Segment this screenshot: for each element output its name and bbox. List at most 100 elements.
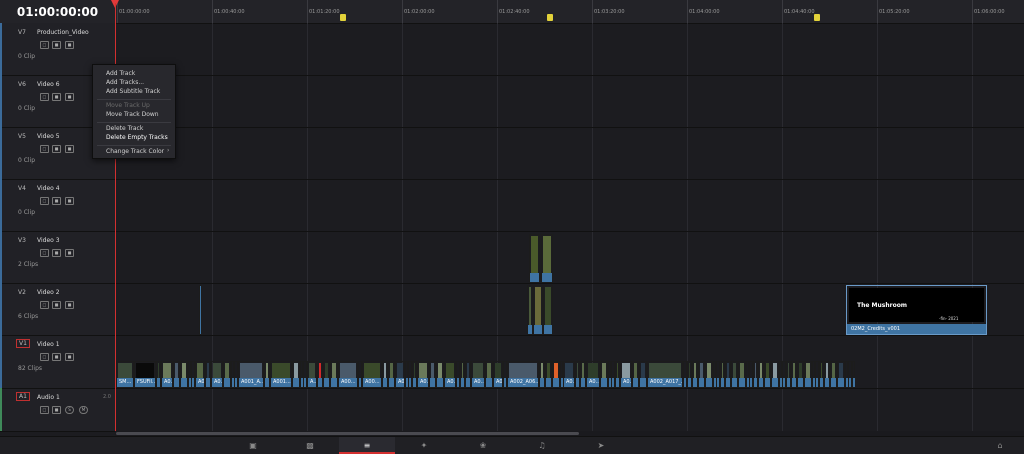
clip-v1[interactable] <box>830 361 837 388</box>
solo-button[interactable]: S <box>65 406 74 414</box>
track-header-v3[interactable]: V3 Video 3 □ ■ ■ 2 Clips <box>0 231 115 284</box>
timeline-marker[interactable] <box>547 14 553 21</box>
menu-move-track-down[interactable]: Move Track Down <box>106 111 159 118</box>
lane-v4[interactable] <box>115 179 1024 232</box>
lock-icon[interactable]: □ <box>40 249 49 257</box>
clip-v1[interactable]: A0... <box>417 361 429 388</box>
auto-select-icon[interactable]: ■ <box>52 197 61 205</box>
clip-v1[interactable] <box>797 361 804 388</box>
clip-v1[interactable] <box>771 361 779 388</box>
clip-v1[interactable]: A002_A017_... <box>647 361 683 388</box>
track-name[interactable]: Video 4 <box>37 185 60 192</box>
lane-v7[interactable] <box>115 23 1024 76</box>
clip-v1[interactable]: A0... <box>620 361 632 388</box>
project-manager-button[interactable]: ⌂ <box>980 437 1020 454</box>
timecode-display[interactable]: 01:00:00:00 <box>0 0 115 23</box>
lock-icon[interactable]: □ <box>40 301 49 309</box>
lane-v3[interactable] <box>115 231 1024 284</box>
clip-v1[interactable] <box>330 361 338 388</box>
fusion-page-button[interactable]: ✦ <box>396 437 452 454</box>
clip-v1[interactable]: A0... <box>586 361 600 388</box>
auto-select-icon[interactable]: ■ <box>52 353 61 361</box>
lane-v6[interactable] <box>115 75 1024 128</box>
track-name[interactable]: Video 1 <box>37 341 60 348</box>
track-name[interactable]: Production_Video <box>37 29 89 36</box>
clip-v1[interactable] <box>764 361 771 388</box>
timeline-area[interactable]: The Mushroom -fin- 2021 02M2_Credits_v00… <box>115 23 1024 432</box>
timeline-ruler[interactable]: 01:00:00:00 01:00:40:00 01:01:20:00 01:02:0… <box>115 0 1024 23</box>
clip-v1[interactable] <box>388 361 395 388</box>
clip-v1[interactable] <box>173 361 180 388</box>
clip-v2[interactable] <box>543 285 553 335</box>
clip-v1[interactable]: SM... <box>116 361 134 388</box>
timeline-marker[interactable] <box>814 14 820 21</box>
track-name[interactable]: Video 3 <box>37 237 60 244</box>
auto-select-icon[interactable]: ■ <box>52 41 61 49</box>
clip-v1[interactable] <box>552 361 560 388</box>
fairlight-page-button[interactable]: ♫ <box>514 437 570 454</box>
clip-v1[interactable]: A0... <box>563 361 575 388</box>
clip-v1[interactable] <box>485 361 493 388</box>
clip-v1[interactable] <box>731 361 738 388</box>
clip-v1[interactable]: A0... <box>395 361 405 388</box>
clip-v1[interactable] <box>705 361 713 388</box>
scrollbar-thumb[interactable] <box>116 432 579 435</box>
enable-track-icon[interactable]: ■ <box>65 249 74 257</box>
clip-v1[interactable]: A0... <box>444 361 456 388</box>
clip-v1[interactable] <box>600 361 608 388</box>
enable-track-icon[interactable]: ■ <box>65 93 74 101</box>
clip-v1[interactable] <box>545 361 552 388</box>
enable-track-icon[interactable]: ■ <box>65 41 74 49</box>
clip-v1[interactable] <box>632 361 639 388</box>
menu-change-track-color[interactable]: Change Track Color <box>106 148 164 155</box>
clip-v2[interactable] <box>533 285 543 335</box>
clip-v1[interactable] <box>837 361 845 388</box>
deliver-page-button[interactable]: ➤ <box>573 437 629 454</box>
track-name[interactable]: Video 5 <box>37 133 60 140</box>
menu-delete-track[interactable]: Delete Track <box>106 125 143 132</box>
clip-v1[interactable]: A... <box>307 361 317 388</box>
enable-track-icon[interactable]: ■ <box>65 197 74 205</box>
auto-select-icon[interactable]: ■ <box>52 301 61 309</box>
clip-v1[interactable] <box>429 361 436 388</box>
clip-v1[interactable] <box>292 361 300 388</box>
enable-track-icon[interactable]: ■ <box>65 145 74 153</box>
menu-add-track[interactable]: Add Track <box>106 70 135 77</box>
lane-v2[interactable]: The Mushroom -fin- 2021 02M2_Credits_v00… <box>115 283 1024 336</box>
track-name[interactable]: Video 6 <box>37 81 60 88</box>
color-page-button[interactable]: ❀ <box>455 437 511 454</box>
track-id[interactable]: V1 <box>16 339 30 348</box>
timeline-marker[interactable] <box>340 14 346 21</box>
clip-v1[interactable]: FSUFil... <box>134 361 156 388</box>
clip-v1[interactable]: A0... <box>493 361 503 388</box>
lane-v1[interactable]: SM...FSUFil... A0... A0... A0... A001_A... A0… <box>115 335 1024 389</box>
lane-v5[interactable] <box>115 127 1024 180</box>
lock-icon[interactable]: □ <box>40 197 49 205</box>
clip-v1[interactable] <box>738 361 746 388</box>
auto-select-icon[interactable]: ■ <box>52 249 61 257</box>
clip-credits[interactable]: The Mushroom -fin- 2021 02M2_Credits_v00… <box>846 285 987 335</box>
track-id[interactable]: A1 <box>16 392 30 401</box>
clip-v3[interactable] <box>529 234 540 283</box>
clip-v1[interactable] <box>639 361 647 388</box>
track-header-v4[interactable]: V4 Video 4 □ ■ ■ 0 Clip <box>0 179 115 232</box>
enable-track-icon[interactable]: ■ <box>65 301 74 309</box>
clip-v1[interactable] <box>852 361 855 388</box>
menu-add-tracks[interactable]: Add Tracks... <box>106 79 144 86</box>
clip-v2[interactable] <box>199 285 202 335</box>
clip-v1[interactable] <box>180 361 188 388</box>
lane-a1[interactable] <box>115 388 1024 432</box>
auto-select-icon[interactable]: ■ <box>52 93 61 101</box>
lock-icon[interactable]: □ <box>40 41 49 49</box>
clip-v1[interactable] <box>436 361 444 388</box>
media-page-button[interactable]: ▣ <box>225 437 281 454</box>
auto-select-icon[interactable]: ■ <box>52 406 61 414</box>
menu-add-subtitle-track[interactable]: Add Subtitle Track <box>106 88 160 95</box>
clip-v3[interactable] <box>541 234 553 283</box>
clip-v1[interactable]: A0... <box>195 361 205 388</box>
lock-icon[interactable]: □ <box>40 145 49 153</box>
clip-v1[interactable]: A00... <box>362 361 382 388</box>
clip-v1[interactable] <box>223 361 231 388</box>
clip-v1[interactable]: A0... <box>471 361 485 388</box>
cut-page-button[interactable]: ▩ <box>282 437 338 454</box>
